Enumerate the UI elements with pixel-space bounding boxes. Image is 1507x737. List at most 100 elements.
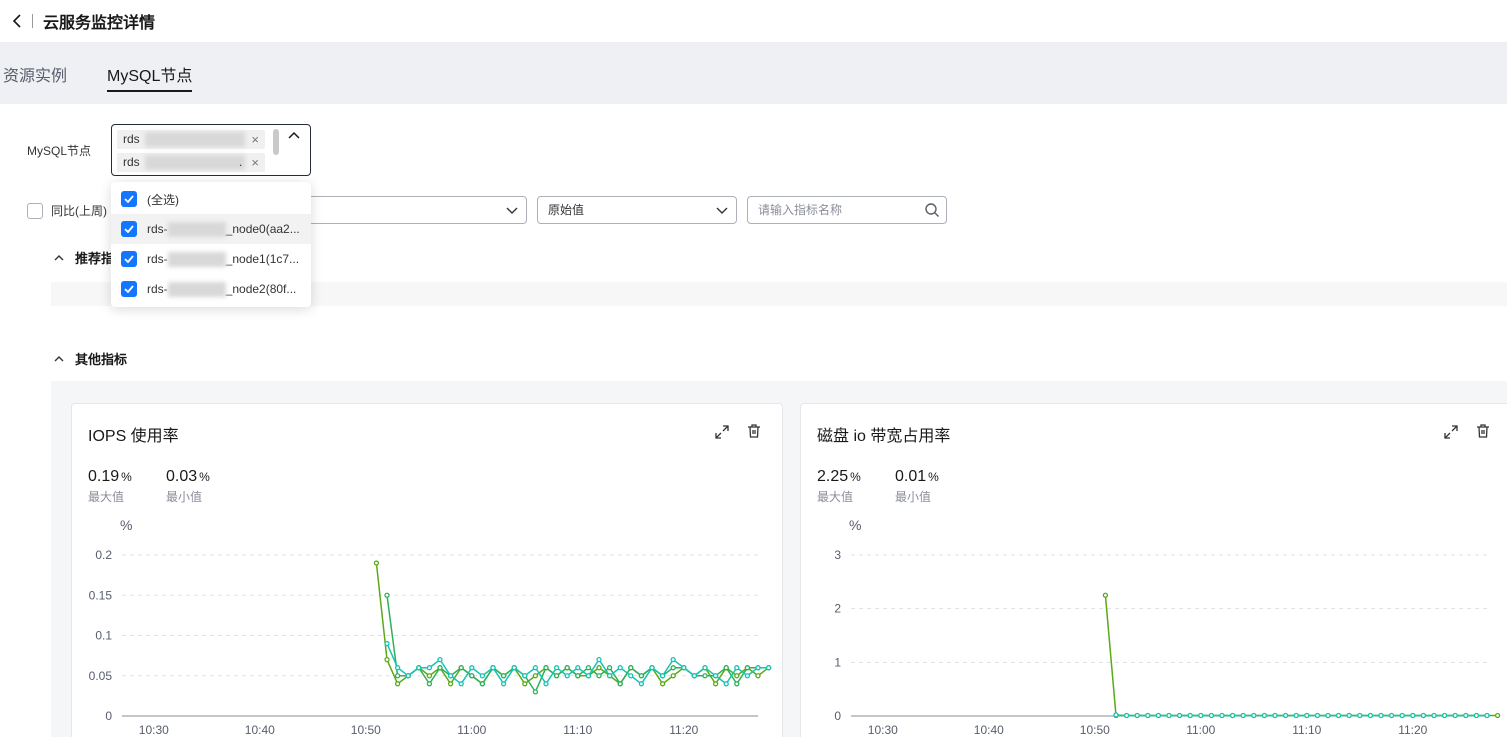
metric-card-iops: IOPS 使用率 0.19% 最大值 0.03% 最小值 % 0 0.05 0.1 0… [71, 403, 783, 737]
dropdown-item-node0[interactable]: rds- _node0(aa2... [111, 214, 311, 244]
tag-remove-icon[interactable]: × [251, 153, 259, 172]
expand-icon[interactable] [1443, 424, 1459, 440]
metric-search-input[interactable] [747, 196, 947, 224]
data-point [1388, 712, 1395, 719]
x-tick-label: 11:20 [1398, 723, 1427, 737]
data-point [532, 665, 539, 671]
data-point [394, 681, 401, 687]
section-other-metrics[interactable]: 其他指标 [53, 349, 127, 368]
data-point [1166, 712, 1172, 719]
tab-resource-instance[interactable]: 资源实例 [3, 62, 67, 92]
checkbox-checked-icon[interactable] [121, 221, 137, 237]
data-point [532, 689, 539, 695]
stat-value: 0.19 [88, 468, 120, 485]
y-tick-label: 1 [834, 655, 841, 669]
data-point [712, 681, 719, 687]
back-arrow-icon[interactable] [10, 14, 24, 28]
data-point [447, 673, 454, 679]
metric-period-select[interactable] [300, 196, 527, 224]
x-tick-label: 11:10 [563, 723, 592, 737]
selected-node-tag: rds × [117, 130, 265, 149]
search-icon[interactable] [924, 202, 940, 218]
tag-remove-icon[interactable]: × [251, 130, 259, 149]
stat-unit: % [199, 470, 210, 484]
dropdown-select-all[interactable]: (全选) [111, 184, 311, 214]
dropdown-item-suffix: _node0(aa2... [225, 222, 300, 236]
trash-icon[interactable] [1475, 423, 1491, 439]
series-line [375, 562, 770, 686]
data-point [670, 673, 676, 679]
dropdown-item-suffix: _node2(80f... [225, 282, 297, 296]
data-point [617, 681, 623, 687]
data-point [384, 656, 390, 663]
series-line [1104, 595, 1498, 717]
value-type-select[interactable]: 原始值 [537, 196, 737, 224]
data-point [416, 665, 422, 671]
data-point [405, 673, 411, 679]
stat-value: 0.03 [166, 468, 198, 485]
stat-max: 2.25% 最大值 [817, 468, 861, 505]
data-point [691, 673, 698, 679]
data-point [765, 665, 772, 671]
data-point [553, 665, 560, 671]
data-point [1123, 712, 1130, 719]
data-point [490, 665, 496, 671]
y-tick-label: 0.2 [95, 548, 112, 562]
expand-icon[interactable] [714, 424, 730, 440]
data-point [543, 665, 549, 671]
chevron-down-icon [716, 207, 728, 214]
section-title: 其他指标 [75, 352, 128, 367]
stat-label: 最大值 [88, 490, 125, 504]
data-point [755, 665, 761, 671]
data-point [458, 665, 464, 671]
data-point [1261, 712, 1268, 719]
x-tick-label: 11:10 [1292, 723, 1321, 737]
data-point [734, 665, 740, 671]
data-point [606, 665, 613, 671]
data-point [373, 560, 380, 566]
checkbox-checked-icon[interactable] [121, 281, 137, 297]
x-tick-label: 10:50 [1080, 723, 1110, 737]
section-title: 推荐指 [75, 251, 115, 266]
data-point [1293, 712, 1299, 719]
data-point [1251, 712, 1257, 719]
data-point [1229, 712, 1236, 719]
data-point [1272, 712, 1278, 719]
data-point [1494, 712, 1501, 719]
compare-last-week[interactable]: 同比(上周) [27, 202, 107, 219]
scrollbar-thumb[interactable] [273, 129, 279, 155]
redacted-mask [167, 281, 226, 297]
data-point [437, 656, 443, 663]
data-point [617, 665, 623, 671]
data-point [1198, 712, 1204, 719]
stat-max: 0.19% 最大值 [88, 468, 132, 505]
data-point [1219, 712, 1225, 719]
dropdown-item-node1[interactable]: rds- _node1(1c7... [111, 244, 311, 274]
x-tick-label: 11:00 [457, 723, 486, 737]
data-point [469, 673, 475, 679]
data-point [670, 656, 676, 663]
tab-mysql-node[interactable]: MySQL节点 [107, 62, 193, 92]
compare-checkbox[interactable] [27, 202, 43, 219]
data-point [522, 673, 528, 679]
compare-label: 同比(上周) [51, 204, 107, 218]
data-point [659, 681, 666, 687]
data-point [1113, 712, 1119, 718]
dropdown-item-node2[interactable]: rds- _node2(80f... [111, 274, 311, 304]
chevron-up-icon[interactable] [288, 131, 300, 141]
tag-text: rds [123, 155, 140, 169]
checkbox-checked-icon[interactable] [121, 191, 137, 207]
data-point [1431, 712, 1437, 719]
checkbox-checked-icon[interactable] [121, 251, 137, 267]
data-point [1463, 712, 1469, 719]
data-point [437, 665, 443, 671]
data-point [670, 665, 676, 671]
data-point [575, 673, 581, 679]
node-multi-select[interactable]: rds × rds . × [111, 124, 311, 176]
dropdown-item-prefix: rds- [147, 252, 168, 266]
section-recommended-metrics[interactable]: 推荐指 [53, 248, 114, 267]
data-point [1102, 592, 1109, 598]
trash-icon[interactable] [746, 423, 762, 439]
data-point [1441, 712, 1448, 719]
chevron-down-icon [506, 207, 518, 214]
